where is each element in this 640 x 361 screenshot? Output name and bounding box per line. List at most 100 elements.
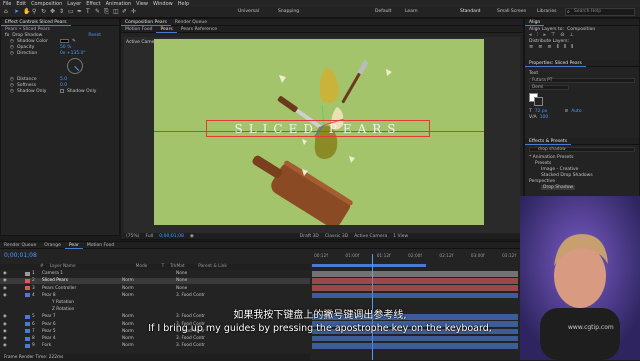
stroke-color-swatch[interactable]: [534, 97, 543, 106]
tracking-value[interactable]: 100: [540, 115, 549, 120]
roto-brush-tool-icon[interactable]: ✐: [122, 9, 128, 15]
selection-tool-icon[interactable]: ➤: [14, 9, 20, 15]
tab-pears[interactable]: Pears: [156, 26, 177, 33]
tab-properties[interactable]: Properties: Sliced Pears: [525, 60, 586, 67]
distribute-bottom-icon[interactable]: ≡: [547, 44, 551, 50]
font-family-dropdown[interactable]: Futura PT: [529, 78, 635, 83]
layer-name[interactable]: Pear 4: [42, 336, 120, 341]
layer-parent[interactable]: 3. Food Contr: [176, 343, 205, 348]
draft-3d-toggle[interactable]: Draft 3D: [300, 234, 319, 239]
stopwatch-icon[interactable]: ◷: [10, 89, 14, 94]
layer-track-bar[interactable]: [312, 271, 518, 277]
layer-parent[interactable]: None: [176, 271, 187, 276]
layer-row[interactable]: ◉ 4 Pear 8 Norm 3. Food Contr: [0, 293, 310, 299]
layer-track-bar[interactable]: [312, 335, 518, 342]
font-size-value[interactable]: 72 px: [535, 109, 548, 114]
renderer-dropdown[interactable]: Classic 3D: [325, 234, 348, 239]
distribute-top-icon[interactable]: ≡: [529, 44, 533, 50]
visibility-eye-icon[interactable]: ◉: [3, 293, 9, 298]
tab-pear[interactable]: Pear: [64, 242, 83, 249]
menu-effect[interactable]: Effect: [86, 1, 100, 7]
align-bottom-icon[interactable]: ⊥: [569, 32, 573, 38]
tab-motion-food[interactable]: Motion Food: [121, 26, 156, 33]
composition-frame[interactable]: SLICED PEARS: [154, 39, 484, 225]
visibility-eye-icon[interactable]: ◉: [3, 278, 9, 283]
direction-dial[interactable]: [67, 58, 83, 74]
layer-row[interactable]: ◉ 1 Camera 1 None: [0, 271, 310, 277]
font-style-dropdown[interactable]: Demi: [529, 85, 569, 90]
work-area-bar[interactable]: [312, 264, 426, 267]
layer-color-label[interactable]: [25, 293, 30, 298]
eraser-tool-icon[interactable]: ◫: [113, 9, 119, 15]
menu-layer[interactable]: Layer: [67, 1, 81, 7]
leading-value[interactable]: Auto: [571, 109, 581, 114]
align-right-icon[interactable]: ⫸: [543, 32, 546, 38]
menu-animation[interactable]: Animation: [106, 1, 132, 7]
visibility-eye-icon[interactable]: ◉: [3, 336, 9, 341]
layer-row[interactable]: ◉ 2 Sliced Pears Norm None: [0, 278, 310, 284]
home-icon[interactable]: ⌂: [4, 9, 10, 15]
layer-parent[interactable]: None: [176, 278, 187, 283]
layer-mode[interactable]: Norm: [122, 336, 144, 341]
stopwatch-icon[interactable]: ◷: [10, 77, 14, 82]
camera-icon[interactable]: ◉: [190, 234, 194, 239]
layer-name[interactable]: Pear 8: [42, 293, 120, 298]
stopwatch-icon[interactable]: ◷: [10, 51, 14, 56]
hand-tool-icon[interactable]: ✋: [23, 9, 30, 15]
view-layout-dropdown[interactable]: 1 View: [393, 234, 408, 239]
active-camera-dropdown[interactable]: Active Camera: [354, 234, 387, 239]
stopwatch-icon[interactable]: ◷: [10, 83, 14, 88]
align-hcenter-icon[interactable]: ⫶: [537, 32, 538, 38]
visibility-eye-icon[interactable]: ◉: [3, 286, 9, 291]
tab-render-queue-tl[interactable]: Render Queue: [0, 242, 40, 249]
tree-item-drop-shadow[interactable]: Drop Shadow: [525, 184, 639, 190]
menu-help[interactable]: Help: [178, 1, 189, 7]
layer-track-bar[interactable]: [312, 285, 518, 291]
visibility-eye-icon[interactable]: ◉: [3, 271, 9, 276]
layer-track-bar[interactable]: [312, 343, 518, 349]
zoom-dropdown[interactable]: (75%): [126, 234, 140, 239]
universal-label[interactable]: Universal: [238, 9, 259, 14]
tab-effects-presets[interactable]: Effects & Presets: [525, 138, 572, 145]
tab-composition[interactable]: Composition Pears: [121, 19, 171, 26]
workspace-learn[interactable]: Learn: [405, 9, 418, 14]
layer-row[interactable]: ◉ 3 Pears Controller Norm None: [0, 285, 310, 291]
search-help-field[interactable]: Search Help: [565, 8, 635, 16]
layer-color-label[interactable]: [25, 271, 30, 276]
current-time-display[interactable]: 0;00;01;08: [159, 234, 184, 239]
align-left-icon[interactable]: ⫷: [529, 32, 532, 38]
opacity-value[interactable]: 50 %: [60, 45, 71, 50]
pen-tool-icon[interactable]: ✒: [77, 9, 83, 15]
align-top-icon[interactable]: ⊤: [551, 32, 555, 38]
rectangle-tool-icon[interactable]: ▭: [68, 9, 74, 15]
distance-value[interactable]: 5.0: [60, 77, 67, 82]
menu-window[interactable]: Window: [153, 1, 173, 7]
time-ruler[interactable]: 00:12f 01:00f 01:12f 02:00f 02:12f 03:00…: [310, 254, 520, 262]
dolly-tool-icon[interactable]: ⇕: [59, 9, 65, 15]
layer-track-bar[interactable]: [312, 292, 518, 299]
workspace-default[interactable]: Default: [375, 9, 391, 14]
layer-name[interactable]: Fork: [42, 343, 120, 348]
drop-shadow-effect[interactable]: Drop Shadow: [541, 184, 576, 190]
tab-orange[interactable]: Orange: [40, 242, 65, 249]
align-vcenter-icon[interactable]: ⊝: [560, 32, 564, 38]
snapping-toggle[interactable]: Snapping: [278, 9, 299, 14]
layer-mode[interactable]: Norm: [122, 293, 144, 298]
layer-row[interactable]: ◉ 9 Fork Norm 3. Food Contr: [0, 343, 310, 349]
tab-pears-reference[interactable]: Pears Reference: [177, 26, 221, 33]
type-tool-icon[interactable]: T: [86, 9, 92, 15]
stopwatch-icon[interactable]: ◷: [10, 45, 14, 50]
menu-composition[interactable]: Composition: [31, 1, 62, 7]
tab-render-queue[interactable]: Render Queue: [171, 19, 211, 26]
puppet-tool-icon[interactable]: ✢: [131, 9, 137, 15]
distribute-left-icon[interactable]: ⦀: [557, 44, 559, 50]
reset-button[interactable]: Reset: [88, 33, 101, 38]
layer-color-label[interactable]: [25, 301, 30, 305]
shadow-color-swatch[interactable]: [59, 39, 69, 43]
layer-parent[interactable]: None: [176, 286, 187, 291]
effects-search-field[interactable]: drop shadow: [529, 147, 635, 152]
layer-name[interactable]: Camera 1: [42, 271, 120, 276]
layer-name[interactable]: Pears Controller: [42, 286, 120, 291]
layer-mode[interactable]: Norm: [122, 343, 144, 348]
eyedropper-icon[interactable]: ✎: [72, 39, 76, 44]
